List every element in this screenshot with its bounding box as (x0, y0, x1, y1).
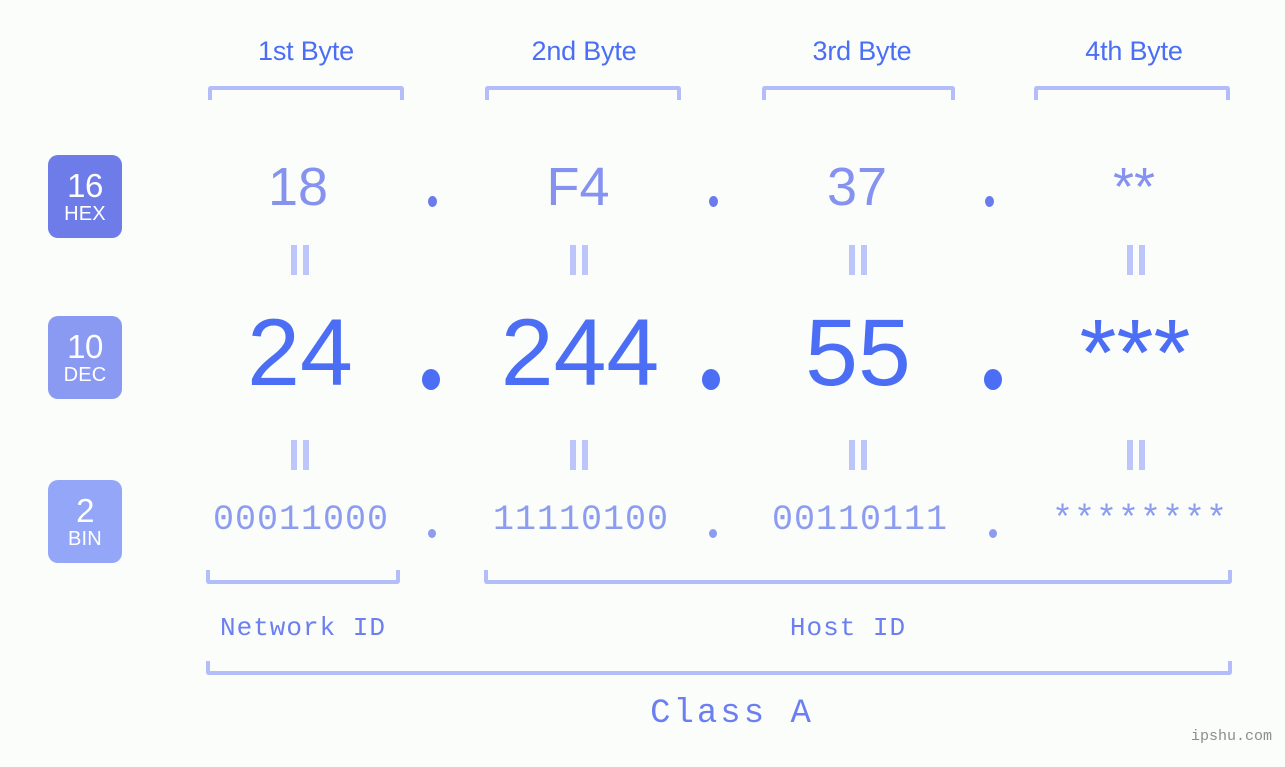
equals-connector-dec-bin-4 (1127, 440, 1146, 470)
byte-header-1: 1st Byte (258, 36, 354, 66)
byte-bracket-3 (762, 86, 955, 100)
byte-header-3: 3rd Byte (812, 36, 912, 66)
base-badge-dec: 10 DEC (48, 316, 122, 399)
class-label: Class A (650, 695, 814, 733)
hex-byte-4: ** (1112, 157, 1156, 217)
byte-bracket-1 (208, 86, 404, 100)
base-badge-dec-number: 10 (67, 328, 103, 365)
bin-byte-4: ******** (1051, 500, 1229, 540)
equals-connector-hex-dec-4 (1127, 245, 1146, 275)
equals-connector-dec-bin-3 (849, 440, 868, 470)
bin-separator-1 (428, 529, 436, 538)
bin-separator-3 (989, 529, 997, 538)
equals-connector-hex-dec-2 (570, 245, 589, 275)
base-badge-bin-abbr: BIN (68, 528, 102, 550)
hex-separator-1 (428, 196, 437, 207)
bin-byte-2: 11110100 (492, 500, 670, 540)
bin-separator-2 (709, 529, 717, 538)
network-id-label: Network ID (219, 613, 387, 643)
byte-bracket-4 (1034, 86, 1230, 100)
hex-byte-1: 18 (267, 157, 329, 217)
bin-byte-1: 00011000 (212, 500, 390, 540)
host-id-bracket (484, 570, 1232, 584)
dec-byte-4: *** (1079, 300, 1191, 406)
dec-byte-3: 55 (805, 300, 911, 406)
dec-byte-2: 244 (500, 300, 660, 406)
hex-byte-2: F4 (546, 157, 610, 217)
base-badge-hex: 16 HEX (48, 155, 122, 238)
site-watermark: ipshu.com (1190, 728, 1272, 745)
byte-header-2: 2nd Byte (531, 36, 637, 66)
dec-separator-1 (422, 369, 440, 390)
base-badge-bin: 2 BIN (48, 480, 122, 563)
equals-connector-dec-bin-1 (291, 440, 310, 470)
hex-separator-2 (709, 196, 718, 207)
dec-separator-3 (984, 369, 1002, 390)
equals-connector-hex-dec-3 (849, 245, 868, 275)
equals-connector-dec-bin-2 (570, 440, 589, 470)
hex-byte-3: 37 (826, 157, 888, 217)
dec-separator-2 (702, 369, 720, 390)
class-bracket (206, 661, 1232, 675)
base-badge-dec-abbr: DEC (63, 364, 107, 386)
equals-connector-hex-dec-1 (291, 245, 310, 275)
base-badge-hex-abbr: HEX (64, 203, 106, 225)
ip-address-breakdown-diagram: 1st Byte 2nd Byte 3rd Byte 4th Byte 16 H… (0, 0, 1285, 767)
bin-byte-3: 00110111 (771, 500, 949, 540)
network-id-bracket (206, 570, 400, 584)
byte-header-4: 4th Byte (1085, 36, 1183, 66)
hex-separator-3 (985, 196, 994, 207)
base-badge-hex-number: 16 (67, 167, 103, 204)
host-id-label: Host ID (789, 613, 907, 643)
dec-byte-1: 24 (247, 300, 353, 406)
byte-bracket-2 (485, 86, 681, 100)
base-badge-bin-number: 2 (76, 492, 94, 529)
